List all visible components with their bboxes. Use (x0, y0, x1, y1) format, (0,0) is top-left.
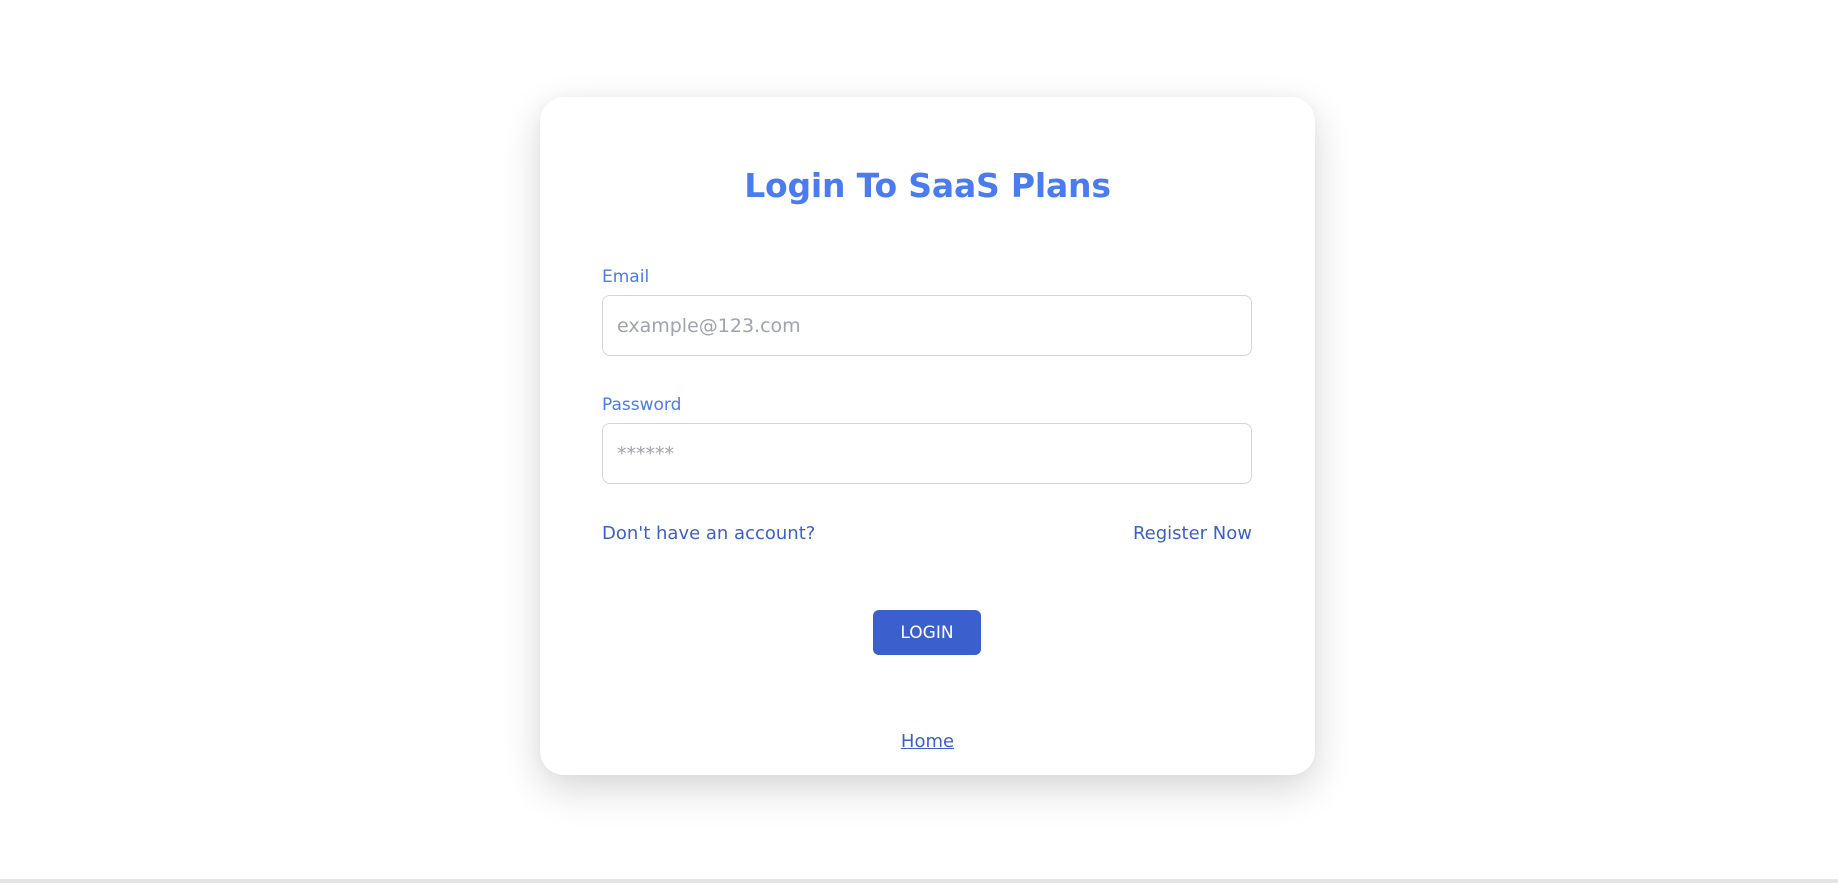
page-viewport: Login To SaaS Plans Email Password Don't… (0, 0, 1838, 883)
home-link-container: Home (540, 731, 1315, 752)
password-field[interactable] (602, 423, 1252, 484)
password-label: Password (602, 395, 682, 415)
email-field[interactable] (602, 295, 1252, 356)
login-card: Login To SaaS Plans Email Password Don't… (540, 97, 1315, 775)
page-title: Login To SaaS Plans (744, 166, 1111, 205)
home-link[interactable]: Home (901, 731, 954, 752)
email-label: Email (602, 267, 650, 287)
register-now-link[interactable]: Register Now (1133, 523, 1252, 544)
no-account-text[interactable]: Don't have an account? (602, 523, 815, 544)
login-button[interactable]: LOGIN (873, 610, 981, 655)
